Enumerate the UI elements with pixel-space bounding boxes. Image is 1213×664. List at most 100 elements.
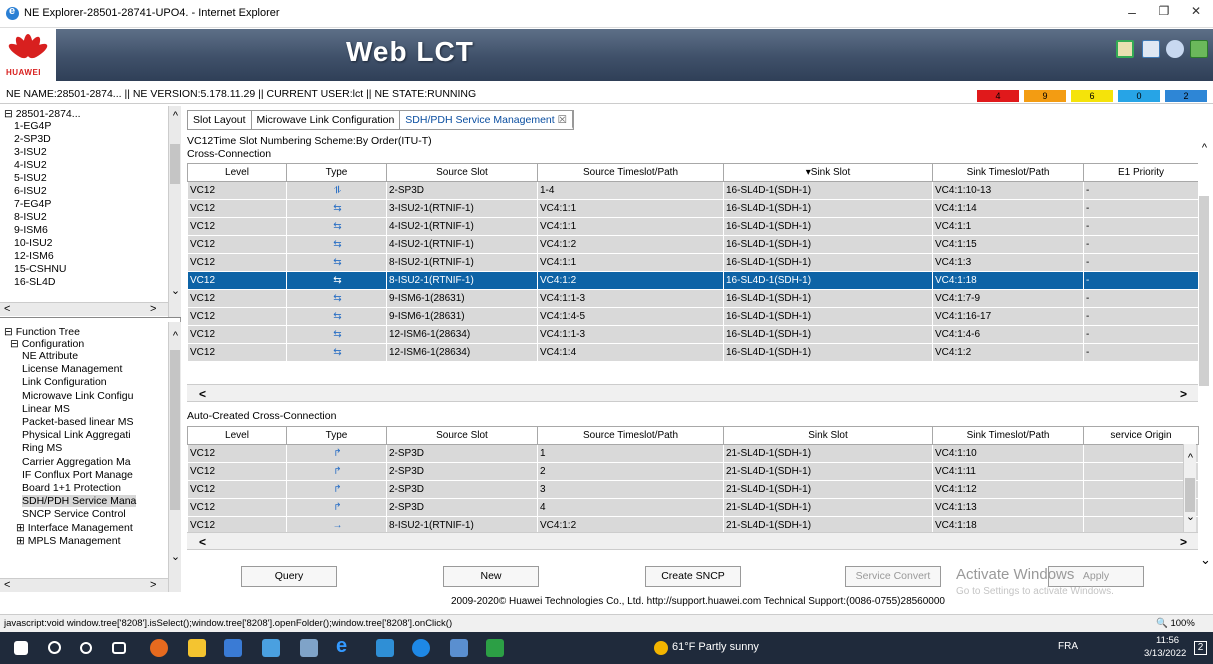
column-header[interactable]: E1 Priority [1083,163,1199,182]
cortana-icon[interactable] [80,642,92,654]
scroll-thumb[interactable] [1185,478,1195,512]
table-row[interactable]: VC12 ⇆ 9-ISM6-1(28631) VC4:1:4-5 16-SL4D-1(S… [187,307,1199,326]
column-header[interactable]: Type [286,163,387,182]
ne-tree-hscrollbar[interactable]: < > [0,302,168,316]
function-tree-item[interactable]: Carrier Aggregation Ma [22,456,131,468]
app-icon-3[interactable] [450,639,468,657]
scroll-left-icon[interactable]: < [199,387,206,401]
function-tree-item[interactable]: Microwave Link Configu [22,390,133,402]
table-row[interactable]: VC12 ⥮ 2-SP3D 1-4 16-SL4D-1(SDH-1) VC4:1:10-1… [187,181,1199,200]
scroll-down-icon[interactable]: ⌄ [1184,510,1197,523]
column-header[interactable]: Source Timeslot/Path [537,426,724,445]
table-row[interactable]: VC12 ⇆ 12-ISM6-1(28634) VC4:1:1-3 16-SL4D-1(… [187,325,1199,344]
ne-tree-scrollbar[interactable]: ^ ⌄ [168,106,181,317]
help-icon[interactable] [1166,40,1184,58]
column-header[interactable]: Level [187,163,287,182]
table-row[interactable]: VC12 ⇆ 4-ISU2-1(RTNIF-1) VC4:1:2 16-SL4D-1(S… [187,235,1199,254]
table-row[interactable]: VC12 ↱ 2-SP3D 3 21-SL4D-1(SDH-1) VC4:1:12 [187,480,1199,499]
function-tree-item[interactable]: Board 1+1 Protection [22,482,121,494]
function-tree-item[interactable]: License Management [22,363,122,375]
ne-tree-item[interactable]: 4-ISU2 [14,159,47,171]
function-tree-item[interactable]: Physical Link Aggregati [22,429,131,441]
scroll-thumb[interactable] [170,144,180,184]
list-icon[interactable] [1142,40,1160,58]
minimize-button[interactable]: – [1122,4,1142,22]
table-row[interactable]: VC12 ↱ 2-SP3D 2 21-SL4D-1(SDH-1) VC4:1:11 [187,462,1199,481]
ne-tree-item[interactable]: 8-ISU2 [14,211,47,223]
tree-expander-icon[interactable]: ⊞ [16,522,28,534]
function-tree-item[interactable]: Link Configuration [22,376,107,388]
scroll-right-icon[interactable]: > [150,303,156,315]
table-row[interactable]: VC12 ⇆ 12-ISM6-1(28634) VC4:1:4 16-SL4D-1(SD… [187,343,1199,362]
scroll-right-icon[interactable]: > [150,579,156,591]
cross-connection-hscroll[interactable]: < > [187,384,1198,402]
ne-tree-root[interactable]: ⊟ 28501-2874... [4,108,81,120]
scroll-left-icon[interactable]: < [4,303,10,315]
ne-tree-item[interactable]: 12-ISM6 [14,250,54,262]
table-row[interactable]: VC12 ↱ 2-SP3D 1 21-SL4D-1(SDH-1) VC4:1:10 [187,444,1199,463]
table-row[interactable]: VC12 ↱ 2-SP3D 4 21-SL4D-1(SDH-1) VC4:1:13 [187,498,1199,517]
scroll-left-icon[interactable]: < [199,535,206,549]
function-tree-item[interactable]: NE Attribute [22,350,78,362]
scroll-up-icon[interactable]: ^ [1198,142,1211,154]
ne-tree-item[interactable]: 10-ISU2 [14,237,53,249]
mail-icon[interactable] [262,639,280,657]
function-tree-item[interactable]: Linear MS [22,403,70,415]
table-row[interactable]: VC12 ⇆ 8-ISU2-1(RTNIF-1) VC4:1:1 16-SL4D-1(S… [187,253,1199,272]
scroll-right-icon[interactable]: > [1180,387,1187,401]
table-row[interactable]: VC12 ⇆ 3-ISU2-1(RTNIF-1) VC4:1:1 16-SL4D-1(S… [187,199,1199,218]
ne-tree-item[interactable]: 3-ISU2 [14,146,47,158]
tab-sdh-pdh-service-management[interactable]: SDH/PDH Service Management ☒ [400,111,574,129]
app-icon[interactable] [300,639,318,657]
service-convert-button[interactable]: Service Convert [845,566,941,587]
column-header[interactable]: Source Slot [386,163,538,182]
tree-expander-icon[interactable]: ⊞ [16,535,28,547]
table-row[interactable]: VC12 ⇆ 8-ISU2-1(RTNIF-1) VC4:1:2 16-SL4D-1(S… [187,271,1199,290]
function-tree-item[interactable]: Ring MS [22,442,62,454]
function-tree-item[interactable]: Packet-based linear MS [22,416,133,428]
ne-tree-item[interactable]: 9-ISM6 [14,224,48,236]
weather-text[interactable]: 61°F Partly sunny [672,641,759,653]
page-scroll-down-icon[interactable]: ⌄ [1200,552,1211,568]
ne-tree-item[interactable]: 2-SP3D [14,133,51,145]
clock-date[interactable]: 3/13/2022 [1144,648,1186,659]
function-tree-item[interactable]: IF Conflux Port Manage [22,469,133,481]
task-view-icon[interactable] [112,642,126,654]
warning-alarm-count[interactable]: 0 [1118,90,1160,102]
scroll-left-icon[interactable]: < [4,579,10,591]
column-header[interactable]: service Origin [1083,426,1199,445]
column-header[interactable]: Source Timeslot/Path [537,163,724,182]
minor-alarm-count[interactable]: 6 [1071,90,1113,102]
critical-alarm-count[interactable]: 4 [977,90,1019,102]
column-header[interactable]: Sink Slot [723,426,933,445]
edge-icon[interactable] [412,639,430,657]
tab-slot-layout[interactable]: Slot Layout [188,111,252,129]
language-indicator[interactable]: FRA [1058,641,1078,652]
table-row[interactable]: VC12 ⇆ 4-ISU2-1(RTNIF-1) VC4:1:1 16-SL4D-1(S… [187,217,1199,236]
new-button[interactable]: New [443,566,539,587]
scroll-down-icon[interactable]: ⌄ [169,550,181,563]
scroll-right-icon[interactable]: > [1180,535,1187,549]
create-sncp-button[interactable]: Create SNCP [645,566,741,587]
firefox-icon[interactable] [150,639,168,657]
query-button[interactable]: Query [241,566,337,587]
configuration-node[interactable]: ⊟ Configuration [10,338,84,350]
table-row[interactable]: VC12 ⇆ 9-ISM6-1(28631) VC4:1:1-3 16-SL4D-1(S… [187,289,1199,308]
auto-cross-connection-vscroll[interactable]: ^ ⌄ [1183,444,1196,534]
internet-explorer-taskbar-icon[interactable]: e [336,635,354,657]
scroll-thumb[interactable] [1199,196,1209,386]
notification-icon[interactable]: 2 [1194,641,1207,655]
app-icon-2[interactable] [376,639,394,657]
ne-tree-item[interactable]: 7-EG4P [14,198,51,210]
column-header[interactable]: Source Slot [386,426,538,445]
ne-tree-item[interactable]: 16-SL4D [14,276,55,288]
function-tree-item[interactable]: ⊞ Interface Management [16,522,133,534]
major-alarm-count[interactable]: 9 [1024,90,1066,102]
zoom-level[interactable]: 🔍 100% [1156,618,1195,629]
search-icon[interactable] [48,641,61,654]
scroll-up-icon[interactable]: ^ [169,110,181,122]
scroll-up-icon[interactable]: ^ [169,330,181,342]
ne-tree-item[interactable]: 15-CSHNU [14,263,67,275]
store-icon[interactable] [224,639,242,657]
maximize-button[interactable]: ❐ [1154,4,1174,22]
